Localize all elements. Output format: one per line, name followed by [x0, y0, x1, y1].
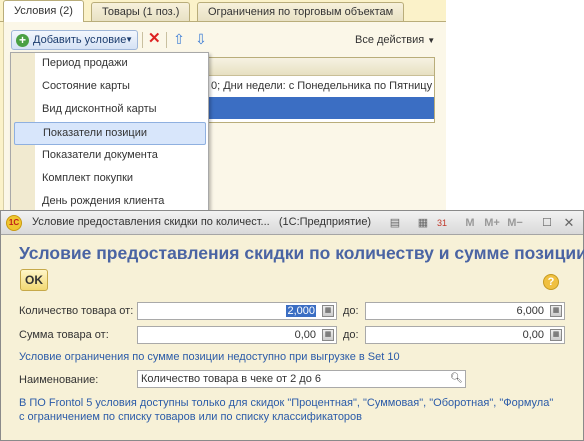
menu-item-card-state[interactable]: Состояние карты [11, 76, 208, 99]
toolbar-divider [166, 32, 167, 48]
plus-icon: + [16, 34, 29, 47]
table-row-selected[interactable] [208, 97, 434, 119]
close-icon[interactable]: ✕ [561, 215, 577, 231]
chevron-down-icon: ▼ [427, 36, 436, 45]
calculator-icon[interactable]: ▦ [550, 329, 562, 341]
toolbar-divider [142, 32, 143, 48]
memory-minus-icon[interactable]: M− [507, 215, 523, 231]
chevron-down-icon: ▼ [125, 35, 133, 44]
calculator-icon[interactable]: ▦ [322, 305, 334, 317]
search-icon[interactable]: 🔍︎ [449, 372, 464, 386]
window-app-name: (1С:Предприятие) [278, 216, 372, 228]
add-condition-button[interactable]: + Добавить условие ▼ [11, 30, 138, 50]
add-condition-label: Добавить условие [33, 34, 127, 46]
menu-item-sale-period[interactable]: Период продажи [11, 53, 208, 76]
conditions-table: 0; Дни недели: с Понедельника по Пятницу [207, 57, 435, 123]
frontol-info-line2: с ограничением по списку товаров или по … [19, 411, 363, 423]
help-icon[interactable]: ? [543, 274, 559, 290]
delete-icon[interactable]: ✕ [148, 31, 161, 47]
menu-item-discount-card-type[interactable]: Вид дисконтной карты [11, 99, 208, 122]
sum-to-field[interactable]: 0,00 ▦ [365, 326, 565, 344]
sum-to-value: 0,00 [522, 329, 544, 341]
qty-from-label: Количество товара от: [19, 305, 134, 317]
window-title: Условие предоставления скидки по количес… [32, 216, 371, 228]
discount-condition-dialog: 1C Условие предоставления скидки по коли… [0, 210, 584, 441]
move-up-icon[interactable]: ⇧ [171, 31, 187, 47]
menu-item-purchase-set[interactable]: Комплект покупки [11, 168, 208, 191]
name-field[interactable]: Количество товара в чеке от 2 до 6 🔍︎ [137, 370, 466, 388]
set10-info-text: Условие ограничения по сумме позиции нед… [19, 351, 400, 363]
maximize-icon[interactable]: ☐ [539, 215, 555, 231]
menu-item-document-indicators[interactable]: Показатели документа [11, 145, 208, 168]
tab-store-restrictions[interactable]: Ограничения по торговым объектам [197, 2, 405, 21]
app-1c-icon: 1C [6, 215, 22, 231]
calculator-icon[interactable]: ▦ [550, 305, 562, 317]
sum-from-label: Сумма товара от: [19, 329, 109, 341]
window-titlebar: 1C Условие предоставления скидки по коли… [1, 211, 583, 235]
frontol-info-line1: В ПО Frontol 5 условия доступны только д… [19, 397, 554, 409]
sum-to-label: до: [343, 329, 359, 341]
sum-from-field[interactable]: 0,00 ▦ [137, 326, 337, 344]
tab-strip: Условия (2) Товары (1 поз.) Ограничения … [0, 0, 446, 22]
tab-goods[interactable]: Товары (1 поз.) [91, 2, 191, 21]
move-down-icon[interactable]: ⇩ [193, 31, 209, 47]
menu-item-position-indicators[interactable]: Показатели позиции [14, 122, 206, 145]
memory-icon[interactable]: M [462, 215, 478, 231]
ok-button[interactable]: OK [20, 269, 48, 291]
qty-from-value: 2,000 [286, 305, 316, 317]
calendar-icon[interactable]: 31 [434, 215, 450, 231]
sum-from-value: 0,00 [294, 329, 316, 341]
name-label: Наименование: [19, 374, 99, 386]
window-title-text: Условие предоставления скидки по количес… [32, 216, 270, 228]
qty-to-field[interactable]: 6,000 ▦ [365, 302, 565, 320]
dialog-heading: Условие предоставления скидки по количес… [19, 243, 584, 263]
tab-conditions[interactable]: Условия (2) [3, 0, 84, 22]
calculator-icon[interactable]: ▦ [415, 215, 431, 231]
qty-from-field[interactable]: 2,000 ▦ [137, 302, 337, 320]
qty-to-value: 6,000 [516, 305, 544, 317]
name-value: Количество товара в чеке от 2 до 6 [141, 373, 322, 385]
table-row[interactable]: 0; Дни недели: с Понедельника по Пятницу [208, 76, 434, 97]
all-actions-button[interactable]: Все действия ▼ [355, 34, 435, 46]
qty-to-label: до: [343, 305, 359, 317]
all-actions-label: Все действия [355, 34, 425, 46]
table-header [208, 58, 434, 76]
document-icon[interactable]: ▤ [387, 215, 403, 231]
memory-plus-icon[interactable]: M+ [484, 215, 500, 231]
add-condition-menu: Период продажи Состояние карты Вид диско… [10, 52, 209, 214]
toolbar: + Добавить условие ▼ ✕ ⇧ ⇩ Все действия ▼ [3, 28, 443, 52]
calculator-icon[interactable]: ▦ [322, 329, 334, 341]
